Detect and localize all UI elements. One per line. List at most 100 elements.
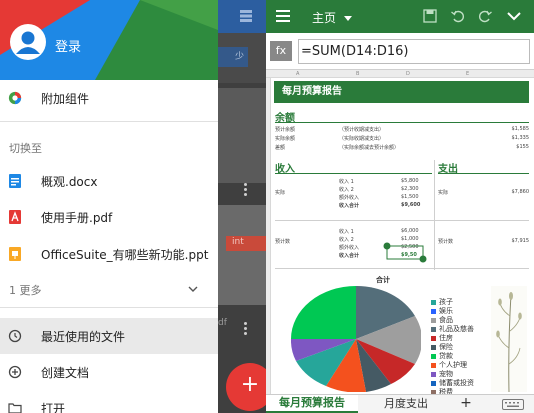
app-toolbar: 主页 [266,0,534,33]
section-rule [275,122,529,123]
income-value[interactable]: $6,000 [401,228,419,234]
actual-label[interactable]: 实际 [438,189,448,196]
income-total-value[interactable]: $9,600 [401,202,420,208]
balance-value[interactable]: $1,585 [512,126,530,132]
more-vert-icon [244,322,248,336]
file-name: 使用手册.pdf [41,210,113,225]
spreadsheet-grid[interactable]: 每月预算报告 余额 预计余额 （预计收期减支出） $1,585 实际余额 （实际… [271,78,534,394]
background-card [218,205,266,305]
login-link[interactable]: 登录 [55,36,81,55]
column-header[interactable]: B [356,71,359,77]
background-card [218,88,266,183]
ribbon-tab-selector[interactable]: 主页 [312,9,352,26]
history-icon [8,328,22,344]
function-button[interactable]: fx [270,41,292,61]
selection-handle [383,242,391,250]
section-rule [438,173,529,174]
column-header[interactable]: E [466,71,469,77]
income-label[interactable]: 收入 2 [339,186,354,193]
background-tag: int [226,236,266,251]
row-rule [275,268,529,269]
drawer-item-label: 打开 [41,401,66,413]
sheet-tab[interactable]: 月度支出 [366,395,446,413]
divider [0,121,218,122]
income-total-label[interactable]: 收入合计 [339,202,359,209]
decorative-plant-image [491,286,527,392]
file-item[interactable]: OfficeSuite_有哪些新功能.ppt [0,236,218,272]
column-header[interactable]: A [296,71,299,77]
add-circle-icon [8,364,22,380]
income-label[interactable]: 收入 1 [339,228,354,235]
file-item[interactable]: 概观.docx [0,163,218,199]
row-rule [275,220,529,221]
background-toolbar [218,0,266,33]
actual-label[interactable]: 实际 [275,189,285,196]
navigation-drawer: 登录 附加组件 切换至 概观.docx 使用手册.pdf OfficeSuite… [0,0,218,413]
income-label[interactable]: 额外收入 [339,244,359,251]
column-header[interactable]: D [406,71,410,77]
expense-value[interactable]: $7,860 [512,189,530,195]
column-headers: A B D E [266,70,534,78]
balance-desc[interactable]: （预计收期减支出） [339,126,384,133]
income-total-label[interactable]: 收入合计 [339,252,359,259]
folder-icon [8,400,22,413]
balance-label[interactable]: 差额 [275,144,285,151]
addons-icon [8,90,22,106]
expense-value[interactable]: $7,915 [512,238,530,244]
report-title[interactable]: 每月预算报告 [274,81,529,103]
file-name: 概观.docx [41,174,98,189]
divider [0,307,218,308]
drawer-item-create[interactable]: 创建文档 [0,354,218,390]
keyboard-icon[interactable] [502,399,524,410]
file-item[interactable]: 使用手册.pdf [0,199,218,235]
formula-bar: fx =SUM(D14:D16) [266,33,534,70]
more-vert-icon [244,183,248,197]
avatar[interactable] [10,24,46,60]
redo-icon[interactable] [477,8,493,24]
drawer-item-open[interactable]: 打开 [0,390,218,413]
projected-label[interactable]: 预计数 [275,238,290,245]
balance-desc[interactable]: （实际余额减去预计余额） [339,144,399,151]
balance-desc[interactable]: （实际收期减支出） [339,135,384,142]
income-label[interactable]: 收入 1 [339,178,354,185]
balance-value[interactable]: $1,335 [512,135,530,141]
add-sheet-button[interactable]: + [459,395,473,413]
hamburger-menu-icon[interactable] [276,10,290,25]
projected-label[interactable]: 预计数 [438,238,453,245]
undo-icon[interactable] [450,8,466,24]
fab-add-button[interactable]: + [226,363,266,411]
pie-chart[interactable] [291,286,421,392]
drawer-item-label: 附加组件 [41,91,90,106]
balance-value[interactable]: $155 [516,144,529,150]
column-divider [434,160,435,270]
drawer-item-label: 创建文档 [41,365,90,380]
income-value[interactable]: $2,300 [401,186,419,192]
income-label[interactable]: 收入 2 [339,236,354,243]
chart-title[interactable]: 合计 [376,275,390,285]
formula-input[interactable]: =SUM(D14:D16) [298,39,530,64]
income-value[interactable]: $1,500 [401,194,419,200]
dropdown-arrow-icon [343,16,352,21]
save-icon[interactable] [422,8,438,24]
sheet-tab-active[interactable]: 每月预算报告 [266,395,358,413]
grid-view-icon [240,10,252,22]
background-card: 少 [218,33,266,83]
background-bubble: 少 [218,47,248,67]
drawer-item-addons[interactable]: 附加组件 [0,80,218,116]
legend-item: 税费 [431,387,453,394]
section-rule [275,173,432,174]
collapse-chevron-icon[interactable] [506,8,522,24]
document-icon [8,173,22,189]
file-name: OfficeSuite_有哪些新功能.ppt [41,247,209,262]
selection-handle [419,255,427,263]
income-label[interactable]: 额外收入 [339,194,359,201]
show-more-button[interactable]: 1 更多 [0,272,218,308]
income-value[interactable]: $5,800 [401,178,419,184]
ribbon-tab-label: 主页 [312,11,337,25]
balance-label[interactable]: 预计余额 [275,126,295,133]
selection-range[interactable] [381,242,427,266]
pie-slice [291,286,356,339]
dimmed-background[interactable]: 少 int df + [218,0,266,413]
balance-label[interactable]: 实际余额 [275,135,295,142]
drawer-item-recent[interactable]: 最近使用的文件 [0,318,218,354]
